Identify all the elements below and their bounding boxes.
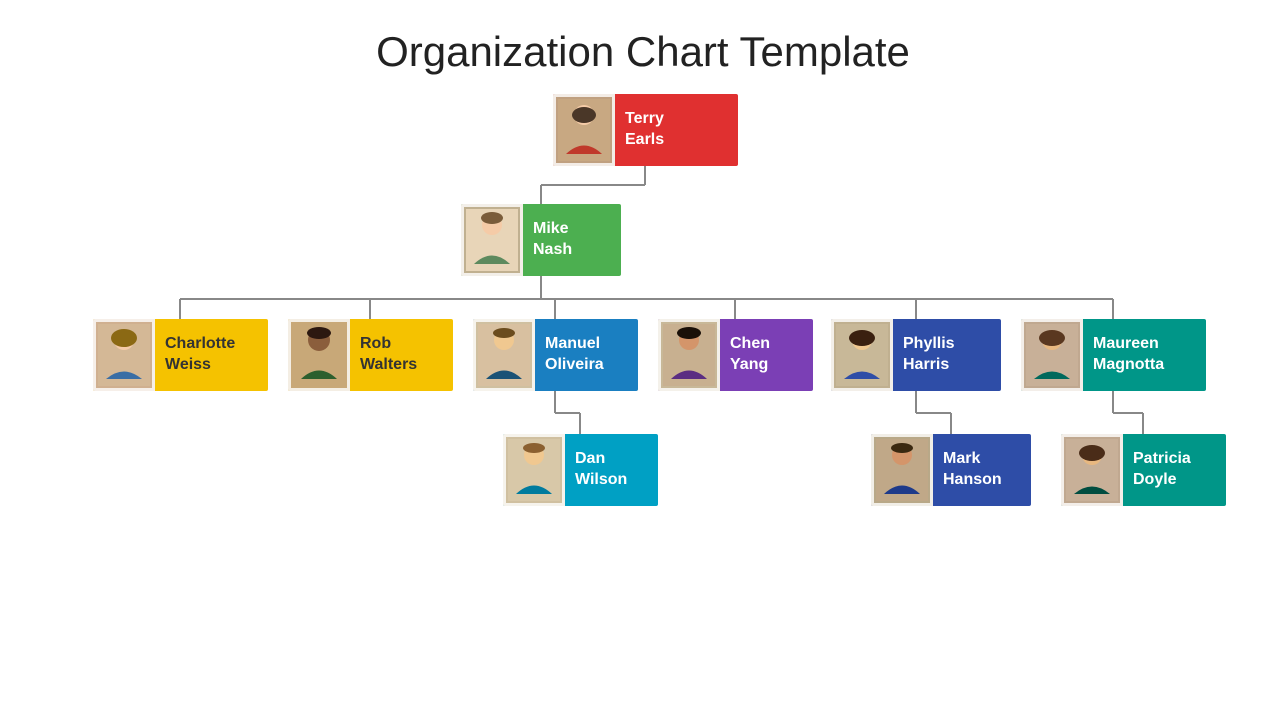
page-title: Organization Chart Template [376,28,910,76]
node-rob: RobWalters [288,319,453,391]
maureen-label: MaureenMagnotta [1083,334,1174,376]
node-dan: DanWilson [503,434,658,506]
manuel-label: ManuelOliveira [535,334,614,376]
node-terry: TerryEarls [553,94,738,166]
node-manuel: ManuelOliveira [473,319,638,391]
phyllis-label: PhyllisHarris [893,334,965,376]
node-maureen: MaureenMagnotta [1021,319,1206,391]
rob-label: RobWalters [350,334,427,376]
node-chen: ChenYang [658,319,813,391]
terry-label: TerryEarls [615,109,674,151]
node-phyllis: PhyllisHarris [831,319,1001,391]
node-mike: MikeNash [461,204,621,276]
org-chart: TerryEarls MikeNash CharlotteWeiss [23,94,1263,726]
dan-label: DanWilson [565,449,637,491]
mike-label: MikeNash [523,219,582,261]
charlotte-label: CharlotteWeiss [155,334,245,376]
connector-lines [23,94,1263,726]
node-patricia: PatriciaDoyle [1061,434,1226,506]
patricia-label: PatriciaDoyle [1123,449,1201,491]
mark-label: MarkHanson [933,449,1012,491]
chen-label: ChenYang [720,334,780,376]
node-mark: MarkHanson [871,434,1031,506]
node-charlotte: CharlotteWeiss [93,319,268,391]
